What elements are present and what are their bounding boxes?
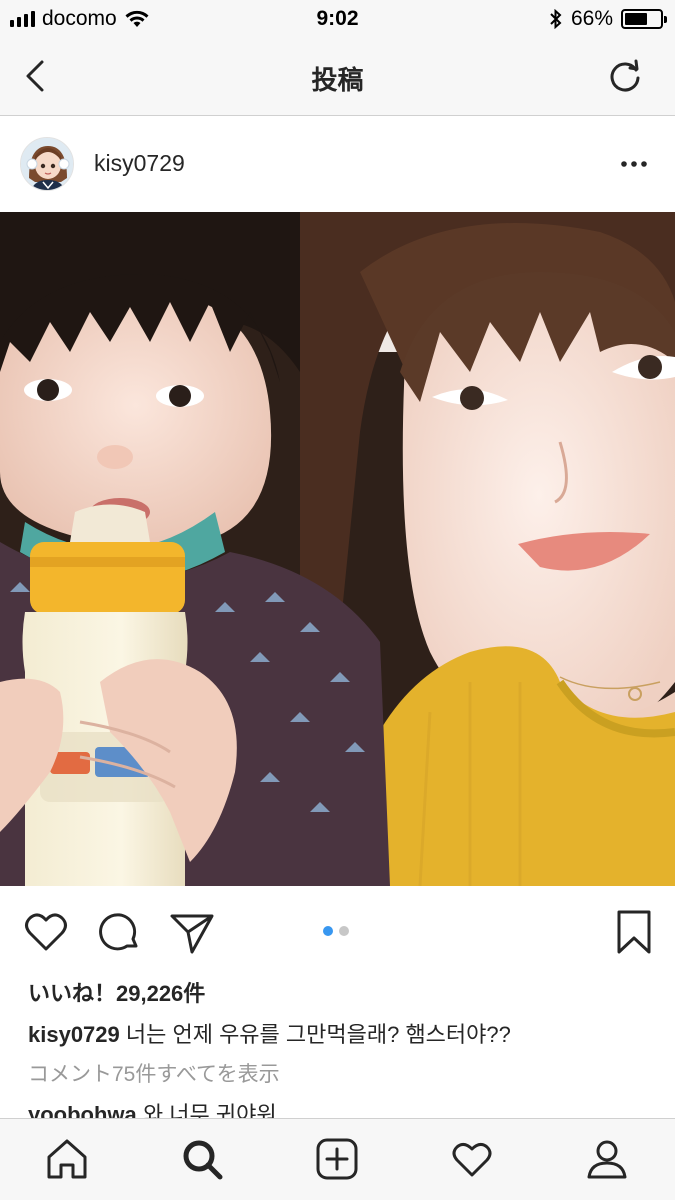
carousel-dot <box>323 926 333 936</box>
carousel-indicator <box>323 926 349 936</box>
more-options-icon[interactable] <box>619 152 649 176</box>
post-header: kisy0729 <box>0 116 675 212</box>
post-actions <box>0 886 675 976</box>
post-caption: kisy0729 너는 언제 우유를 그만먹을래? 햄스터야?? <box>28 1017 511 1049</box>
battery-level <box>625 13 648 25</box>
post-photo[interactable] <box>0 212 675 886</box>
status-right: 66% <box>549 7 667 31</box>
battery-icon <box>621 9 667 29</box>
bookmark-icon[interactable] <box>610 908 658 956</box>
bottom-tab-bar <box>0 1118 675 1200</box>
battery-percent: 66% <box>570 7 613 30</box>
photo-illustration <box>0 212 675 886</box>
avatar[interactable] <box>20 137 74 191</box>
refresh-icon[interactable] <box>605 56 645 96</box>
like-icon[interactable] <box>22 908 70 956</box>
navigation-bar: 投稿 <box>0 38 675 116</box>
post-username[interactable]: kisy0729 <box>94 150 185 177</box>
bluetooth-icon <box>550 9 562 29</box>
profile-icon[interactable] <box>585 1137 629 1181</box>
like-count[interactable]: いいね！29,226件 <box>28 976 205 1008</box>
carousel-dot <box>339 926 349 936</box>
search-icon[interactable] <box>180 1137 224 1181</box>
caption-username[interactable]: kisy0729 <box>28 1022 120 1047</box>
heart-icon[interactable] <box>450 1137 494 1181</box>
add-icon[interactable] <box>315 1137 359 1181</box>
avatar-illustration <box>21 138 73 190</box>
caption-text: 너는 언제 우유를 그만먹을래? 햄스터야?? <box>119 1022 511 1047</box>
share-icon[interactable] <box>168 908 216 956</box>
status-bar: docomo 9:02 66% <box>0 0 675 38</box>
home-icon[interactable] <box>45 1137 89 1181</box>
page-title: 投稿 <box>311 65 364 95</box>
instagram-post-screen: docomo 9:02 66% 投稿 kisy0729 いいね！29,226件 … <box>0 0 675 1200</box>
view-all-comments-link[interactable]: コメント75件すべてを表示 <box>28 1058 280 1088</box>
comment-icon[interactable] <box>96 908 144 956</box>
